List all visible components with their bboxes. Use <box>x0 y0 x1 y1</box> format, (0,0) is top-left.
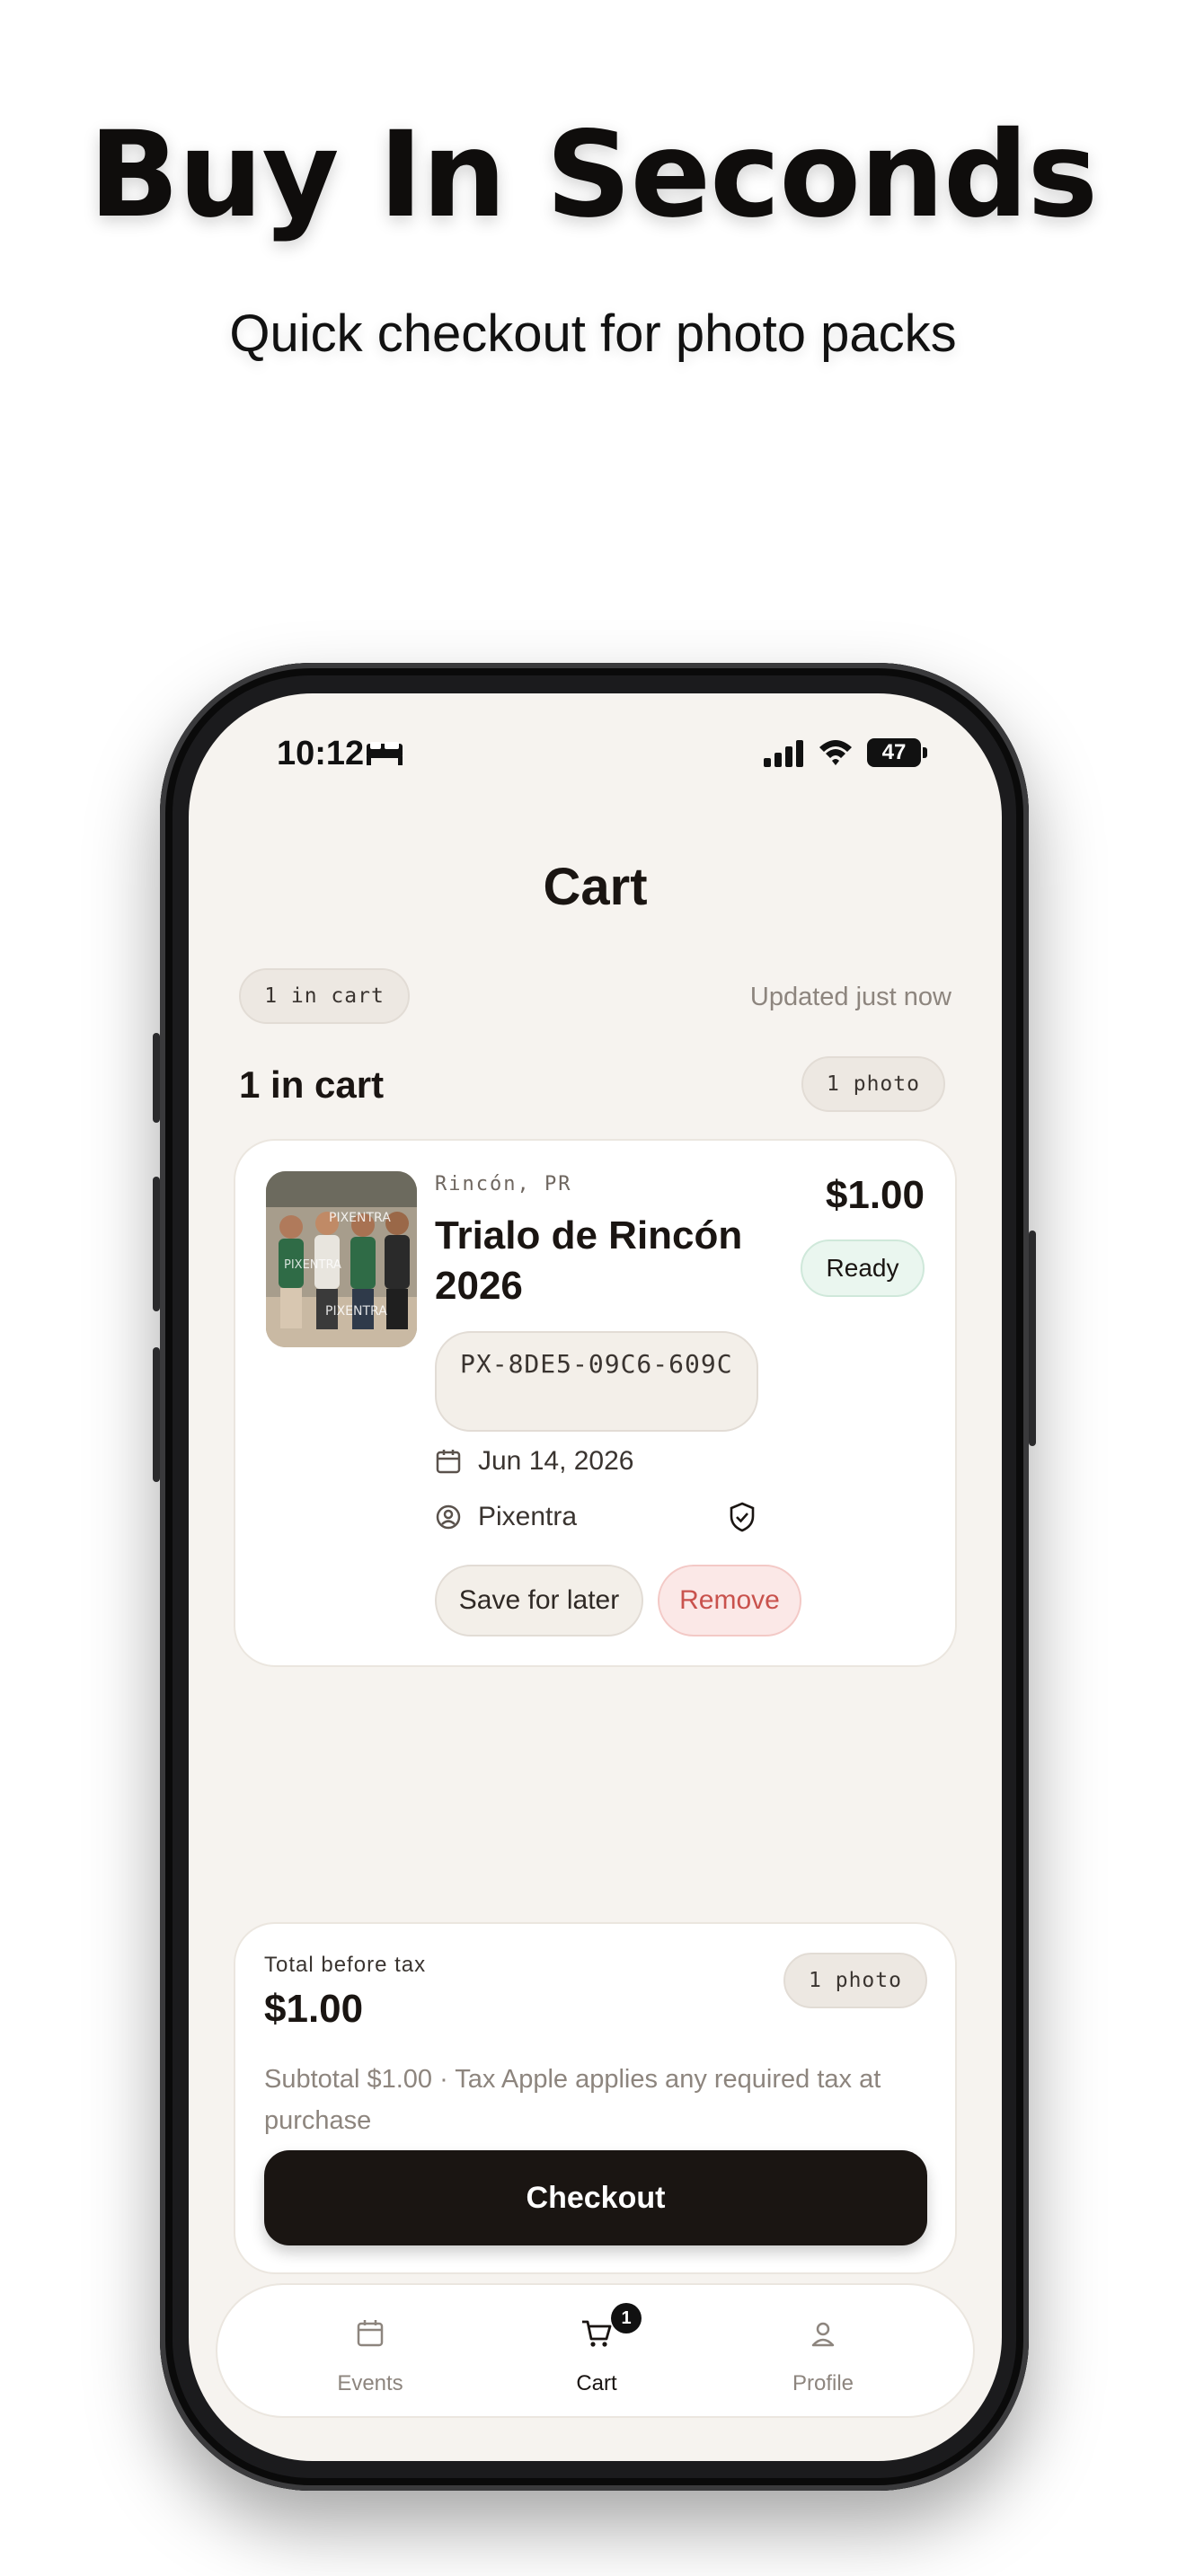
hero-title: Buy In Seconds <box>88 106 1098 244</box>
action-button <box>153 1033 160 1123</box>
thumbnail-photo-icon: PIXENTRA PIXENTRA PIXENTRA <box>266 1171 417 1347</box>
calendar-icon <box>436 1450 461 1474</box>
item-price: $1.00 <box>825 1173 925 1217</box>
tax-note: Subtotal $1.00 · Tax Apple applies any r… <box>264 2065 881 2135</box>
person-icon <box>811 2322 835 2347</box>
save-for-later-button[interactable]: Save for later <box>435 1565 643 1636</box>
svg-text:PIXENTRA: PIXENTRA <box>284 1258 341 1272</box>
volume-up-button <box>153 1177 160 1311</box>
cart-badge: 1 <box>611 2303 642 2333</box>
tab-events[interactable]: Events <box>280 2285 460 2420</box>
updated-label: Updated just now <box>749 983 951 1011</box>
event-name: Trialo de Rincón 2026 <box>435 1213 743 1308</box>
section-title: 1 in cart <box>239 1063 385 1106</box>
cart-icon <box>582 2320 612 2347</box>
volume-down-button <box>153 1347 160 1482</box>
cart-item-card: PIXENTRA PIXENTRA PIXENTRA Rincón, PR Tr… <box>234 1139 957 1667</box>
page-title: Cart <box>543 858 648 916</box>
order-summary-card: Total before tax $1.00 1 photo Subtotal … <box>234 1922 957 2274</box>
summary-photo-count-pill: 1 photo <box>783 1953 927 2008</box>
status-time: 10:12 <box>277 735 365 772</box>
photo-count-pill: 1 photo <box>801 1056 945 1112</box>
tab-events-label: Events <box>337 2371 403 2395</box>
person-circle-icon <box>436 1504 461 1530</box>
cart-count-pill: 1 in cart <box>239 968 410 1024</box>
signal-icon <box>764 740 803 767</box>
remove-button[interactable]: Remove <box>658 1565 801 1636</box>
tab-cart-label: Cart <box>576 2371 617 2395</box>
status-bar: 10:12 47 <box>189 693 1002 819</box>
wifi-icon <box>819 740 852 765</box>
checkout-button[interactable]: Checkout <box>264 2150 927 2245</box>
tab-profile-label: Profile <box>792 2371 854 2395</box>
hero-subtitle: Quick checkout for photo packs <box>229 304 957 363</box>
battery-tip <box>923 747 927 758</box>
tab-cart[interactable]: 1 Cart <box>507 2285 686 2420</box>
bed-icon <box>367 742 403 765</box>
event-date: Jun 14, 2026 <box>478 1446 634 1476</box>
tab-profile[interactable]: Profile <box>733 2285 913 2420</box>
total-amount: $1.00 <box>264 1987 364 2031</box>
svg-text:PIXENTRA: PIXENTRA <box>329 1211 391 1225</box>
phone-screen: 10:12 47 Cart 1 in cart Updated just now… <box>189 693 1002 2461</box>
battery-icon: 47 <box>867 738 921 767</box>
total-label: Total before tax <box>264 1953 427 1977</box>
verified-shield-icon <box>730 1502 755 1532</box>
photographer-name: Pixentra <box>478 1502 578 1531</box>
calendar-icon <box>357 2320 384 2347</box>
photo-code: PX-8DE5-09C6-609C <box>435 1331 758 1432</box>
svg-text:PIXENTRA: PIXENTRA <box>325 1304 387 1319</box>
event-location: Rincón, PR <box>435 1173 572 1195</box>
status-badge: Ready <box>801 1239 925 1297</box>
power-button <box>1029 1231 1036 1446</box>
event-thumbnail[interactable]: PIXENTRA PIXENTRA PIXENTRA <box>266 1171 417 1347</box>
tab-bar: Events 1 Cart Profile <box>216 2283 975 2418</box>
